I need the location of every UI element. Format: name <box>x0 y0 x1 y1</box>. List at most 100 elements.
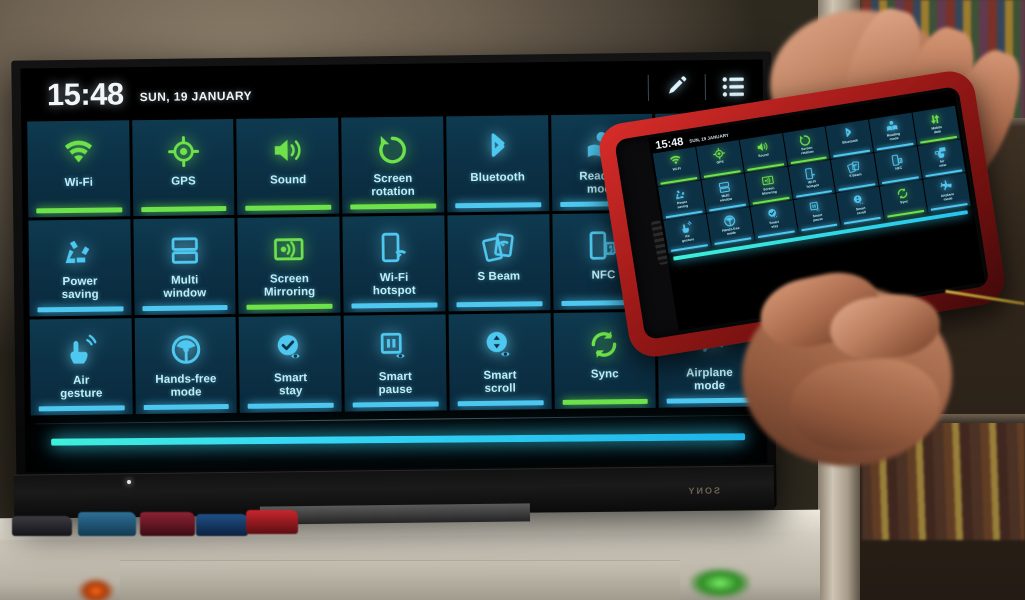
air-gesture-icon <box>64 332 98 370</box>
tile-state-bar <box>142 305 228 312</box>
green-light-glow <box>690 568 750 598</box>
quick-setting-tile[interactable]: Smart pause <box>793 193 841 233</box>
quick-setting-tile[interactable]: Smart scroll <box>448 313 552 411</box>
quick-setting-tile[interactable]: Smart scroll <box>836 186 885 226</box>
quick-setting-tile[interactable]: S Beam <box>831 153 879 193</box>
tile-label: Smart scroll <box>855 206 867 216</box>
tile-state-bar <box>666 397 753 404</box>
quick-setting-tile[interactable]: Wi-Fi <box>27 120 131 218</box>
room-scene: SONY SAMSUNG 15:48 SUN, 19 JANUARY <box>0 0 1025 600</box>
tile-label: Airview <box>938 159 947 168</box>
tv-power-led <box>127 480 131 484</box>
quick-setting-tile[interactable]: NFC <box>874 146 923 186</box>
tile-state-bar <box>143 404 230 411</box>
s-beam-icon <box>481 228 515 266</box>
tile-state-bar <box>37 306 124 313</box>
quick-setting-tile[interactable]: Sound <box>739 133 787 173</box>
tile-label: Screen Mirroring <box>761 186 778 196</box>
quick-setting-tile[interactable]: Screen rotation <box>782 126 831 166</box>
gps-icon <box>166 132 200 170</box>
tile-label: Airplane mode <box>940 191 955 202</box>
smart-stay-icon <box>765 206 780 222</box>
multi-window-icon <box>717 179 732 195</box>
quick-setting-tile[interactable]: Smart pause <box>343 314 447 412</box>
tile-state-bar <box>930 202 968 211</box>
quick-setting-tile[interactable]: Multi window <box>133 217 236 316</box>
quick-setting-tile[interactable]: Screen Mirroring <box>744 166 793 207</box>
multi-window-icon <box>167 231 201 269</box>
power-saving-icon <box>62 233 96 271</box>
quick-setting-tile[interactable]: Wi-Fi hotspot <box>342 215 446 313</box>
smart-stay-icon <box>273 329 307 367</box>
quick-setting-tile[interactable]: GPS <box>131 118 235 217</box>
quick-setting-tile[interactable]: Hands-free mode <box>706 207 755 247</box>
tile-state-bar <box>140 206 227 213</box>
mobile-data-icon <box>928 111 943 127</box>
quick-setting-tile[interactable]: GPS <box>696 140 744 180</box>
brightness-slider-track[interactable] <box>51 433 746 446</box>
quick-setting-tile[interactable]: Screen rotation <box>341 116 445 214</box>
tile-label: Wi-Fi <box>672 166 682 172</box>
quick-setting-tile[interactable]: Screen Mirroring <box>237 216 341 314</box>
quick-setting-tile[interactable]: Mobiledata <box>912 105 961 146</box>
tile-label: Airplane mode <box>685 366 733 392</box>
tile-label: Bluetooth <box>841 138 859 145</box>
sync-icon <box>895 185 910 201</box>
quick-setting-tile[interactable]: Hands-free mode <box>134 316 238 415</box>
status-bar: 15:48 SUN, 19 JANUARY <box>20 59 764 122</box>
tile-state-bar <box>245 204 332 211</box>
power-saving-icon <box>673 186 688 202</box>
screen-rotation-icon <box>375 130 409 168</box>
bluetooth-icon <box>480 129 514 167</box>
quick-setting-tile[interactable]: Air gesture <box>29 318 133 416</box>
tv-brand-label: SONY <box>686 485 721 496</box>
tile-label: GPS <box>171 175 196 188</box>
tile-label: Air gesture <box>681 233 695 243</box>
tile-label: S Beam <box>477 270 521 283</box>
quick-setting-tile[interactable]: Wi-Fi <box>652 146 701 187</box>
quick-setting-tile[interactable]: Wi-Fi hotspot <box>787 159 836 200</box>
tile-label: S Beam <box>848 172 862 179</box>
quick-setting-tile[interactable]: Power saving <box>28 219 132 317</box>
gps-icon <box>711 145 726 161</box>
quick-setting-tile[interactable]: Multi window <box>701 173 749 213</box>
tile-state-bar <box>38 405 125 412</box>
tile-label: Multi window <box>719 193 733 203</box>
tile-state-bar <box>455 202 541 209</box>
tile-label: Power saving <box>676 199 689 210</box>
hands-free-icon <box>722 213 737 229</box>
divider <box>647 74 649 101</box>
wifi-hotspot-icon <box>803 165 818 181</box>
quick-setting-tile[interactable]: Airview <box>917 139 966 179</box>
quick-setting-tile[interactable]: Sync <box>879 179 928 220</box>
orange-light-glow <box>78 578 114 600</box>
tile-state-bar <box>352 401 439 408</box>
quick-setting-tile[interactable]: Smart stay <box>239 315 342 413</box>
quick-setting-tile[interactable]: Bluetooth <box>446 115 549 213</box>
quick-setting-tile[interactable]: S Beam <box>447 214 551 312</box>
quick-setting-tile[interactable]: Reading mode <box>869 112 917 152</box>
tile-state-bar <box>457 400 544 407</box>
tile-label: Power saving <box>61 275 99 301</box>
toy-car <box>12 516 72 536</box>
quick-setting-tile[interactable]: Airplane mode <box>923 172 971 213</box>
quick-setting-tile[interactable]: Smart stay <box>749 200 798 240</box>
tv-cabinet-face <box>120 560 680 600</box>
tile-state-bar <box>248 402 334 409</box>
quick-setting-tile[interactable]: Bluetooth <box>825 119 874 159</box>
tile-state-bar <box>844 216 881 225</box>
tile-label: Wi-Fi <box>64 176 94 190</box>
tile-label: NFC <box>894 165 903 171</box>
s-beam-icon <box>847 158 862 174</box>
brightness-slider[interactable] <box>25 415 767 447</box>
tile-label: Air gesture <box>60 374 103 400</box>
list-icon[interactable] <box>719 71 749 101</box>
tile-label: Wi-Fi hotspot <box>806 179 820 189</box>
quick-setting-tile[interactable]: Air gesture <box>663 214 711 254</box>
toy-car <box>196 514 248 536</box>
tile-label: Smart pause <box>812 212 824 223</box>
tile-state-bar <box>36 207 123 214</box>
quick-setting-tile[interactable]: Sound <box>236 117 340 215</box>
pencil-icon[interactable] <box>662 72 692 102</box>
quick-setting-tile[interactable]: Power saving <box>658 180 706 220</box>
